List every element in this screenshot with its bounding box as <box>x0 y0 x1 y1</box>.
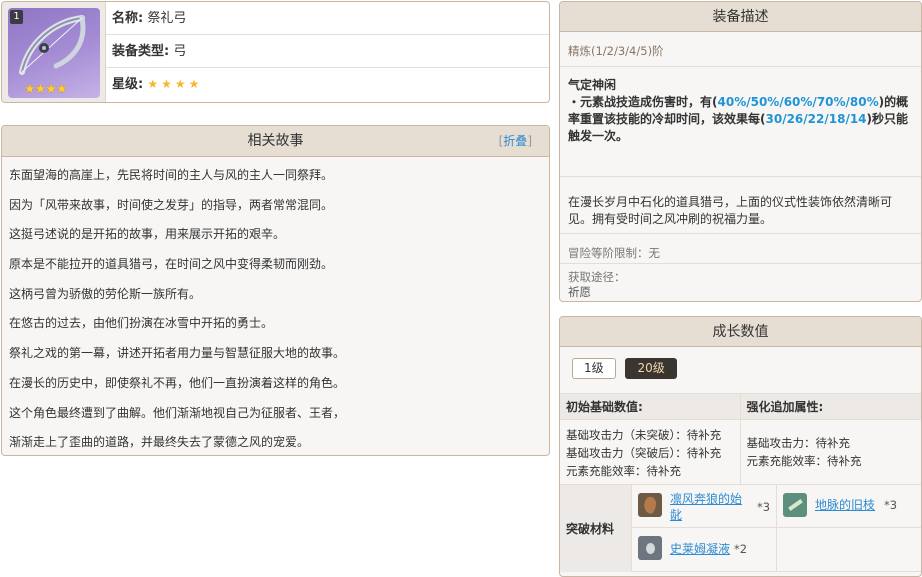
bonus-stat-line: 元素充能效率：待补充 <box>746 454 862 468</box>
obtain-value: 祈愿 <box>568 285 591 299</box>
bonus-stats-title: 强化追加属性: <box>740 394 921 420</box>
materials-label: 突破材料 <box>560 485 632 572</box>
stats-columns: 初始基础数值: 基础攻击力（未突破）：待补充 基础攻击力（突破后）：待补充 元素… <box>560 394 921 485</box>
story-line: 在悠古的过去，由他们扮演在冰雪中开拓的勇士。 <box>9 316 274 331</box>
bonus-stat-line: 基础攻击力：待补充 <box>746 436 851 450</box>
story-line: 祭礼之戏的第一幕，讲述开拓者用力量与智慧征服大地的故事。 <box>9 346 346 361</box>
weapon-rarity-stars: ★★★★ <box>147 77 203 91</box>
level-button-20[interactable]: 20级 <box>625 358 677 379</box>
fold-link[interactable]: 折叠 <box>503 134 527 148</box>
description-header: 装备描述 <box>560 2 921 32</box>
flavor-text: 在漫长岁月中石化的道具猎弓，上面的仪式性装饰依然清晰可见。拥有受时间之风冲刷的祝… <box>560 177 921 234</box>
weapon-name-label: 名称: <box>112 11 144 26</box>
obtain-method: 获取途径： 祈愿 <box>560 264 921 300</box>
fold-toggle[interactable]: [折叠] <box>499 126 532 157</box>
passive-title: 气定神闲 <box>568 78 617 92</box>
base-stats-list: 基础攻击力（未突破）：待补充 基础攻击力（突破后）：待补充 元素充能效率：待补充 <box>560 420 740 480</box>
weapon-name-row: 名称: 祭礼弓 <box>106 2 549 35</box>
bonus-stats-column: 强化追加属性: 基础攻击力：待补充 元素充能效率：待补充 <box>740 394 922 484</box>
passive-text-part: ・元素战技造成伤害时，有( <box>568 95 718 109</box>
passive-cooldown-values: 30/26/22/18/14 <box>765 112 867 126</box>
story-line: 在漫长的历史中，即使祭礼不再，他们一直扮演着这样的角色。 <box>9 375 346 390</box>
slime-condensate-icon[interactable] <box>638 536 662 560</box>
weapon-name-value: 祭礼弓 <box>147 11 187 26</box>
story-line: 东面望海的高崖上，先民将时间的主人与风的主人一同祭拜。 <box>9 168 334 182</box>
material-item: 地脉的旧枝 *3 <box>777 485 921 528</box>
story-line: 这柄弓曾为骄傲的劳伦斯一族所有。 <box>9 286 202 301</box>
weapon-level-badge: 1 <box>10 10 23 24</box>
weapon-type-value: 弓 <box>173 44 187 59</box>
ascension-materials: 突破材料 凛风奔狼的始龀 *3 地脉的旧枝 *3 史莱姆凝液 *2 <box>560 485 921 572</box>
ley-line-branch-icon[interactable] <box>783 493 807 517</box>
weapon-type-row: 装备类型: 弓 <box>106 35 549 68</box>
story-header: 相关故事 [折叠] <box>2 126 549 157</box>
fold-bracket-close: ] <box>527 134 532 148</box>
obtain-label: 获取途径： <box>568 270 626 284</box>
story-text: 东面望海的高崖上，先民将时间的主人与风的主人一同祭拜。 因为「风带来故事，时间使… <box>2 157 549 455</box>
adventure-rank-limit: 冒险等阶限制：无 <box>560 234 921 264</box>
story-line: 因为「风带来故事，时间使之发芽」的指导，两者常常混同。 <box>9 197 334 212</box>
passive-chance-values: 40%/50%/60%/70%/80% <box>717 95 879 109</box>
material-link[interactable]: 史莱姆凝液 <box>670 541 730 557</box>
passive-text: ・元素战技造成伤害时，有(40%/50%/60%/70%/80%)的概率重置该技… <box>568 94 913 145</box>
story-line: 这挺弓述说的是开拓的故事，用来展示开拓的艰辛。 <box>9 227 286 242</box>
level-selector: 1级 20级 <box>560 347 921 394</box>
weapon-type-label: 装备类型: <box>112 44 170 59</box>
base-stat-line: 元素充能效率：待补充 <box>566 464 681 478</box>
growth-header: 成长数值 <box>560 317 921 347</box>
base-stat-line: 基础攻击力（突破后）：待补充 <box>566 446 722 460</box>
material-item: 凛风奔狼的始龀 *3 <box>632 485 777 528</box>
thumbnail-rarity-stars: ★★★★ <box>24 82 68 97</box>
growth-stats-panel: 成长数值 1级 20级 初始基础数值: 基础攻击力（未突破）：待补充 基础攻击力… <box>559 316 922 577</box>
material-link[interactable]: 凛风奔狼的始龀 <box>670 491 748 523</box>
base-stat-line: 基础攻击力（未突破）：待补充 <box>566 428 722 442</box>
weapon-rarity-label: 星级: <box>112 77 144 92</box>
material-item: 史莱姆凝液 *2 <box>632 528 777 572</box>
story-line: 渐渐走上了歪曲的道路，并最终失去了蒙德之风的宠爱。 <box>9 435 310 450</box>
base-stats-title: 初始基础数值: <box>560 394 740 420</box>
level-button-1[interactable]: 1级 <box>572 358 616 379</box>
equipment-description-panel: 装备描述 精炼(1/2/3/4/5)阶 气定神闲 ・元素战技造成伤害时，有(40… <box>559 1 922 302</box>
material-link[interactable]: 地脉的旧枝 <box>815 497 875 513</box>
story-title: 相关故事 <box>247 133 304 149</box>
base-stats-column: 初始基础数值: 基础攻击力（未突破）：待补充 基础攻击力（突破后）：待补充 元素… <box>560 394 741 484</box>
material-count: *3 <box>757 500 771 514</box>
weapon-thumbnail-column: 1 ★★★★ <box>2 2 106 102</box>
material-count: *2 <box>734 542 748 556</box>
story-line: 原本是不能拉开的道具猎弓，在时间之风中变得柔韧而刚劲。 <box>9 257 334 272</box>
materials-grid: 凛风奔狼的始龀 *3 地脉的旧枝 *3 史莱姆凝液 *2 <box>632 485 921 572</box>
weapon-thumbnail: 1 ★★★★ <box>8 8 100 98</box>
refinement-label: 精炼(1/2/3/4/5)阶 <box>560 32 921 67</box>
material-empty-cell <box>777 528 921 572</box>
bonus-stats-list: 基础攻击力：待补充 元素充能效率：待补充 <box>741 420 922 470</box>
weapon-rarity-row: 星级: ★★★★ <box>106 68 549 101</box>
material-count: *3 <box>884 498 898 512</box>
story-panel: 相关故事 [折叠] 东面望海的高崖上，先民将时间的主人与风的主人一同祭拜。 因为… <box>1 125 550 456</box>
weapon-info-panel: 1 ★★★★ 名称: 祭礼弓 装备类型: 弓 星级: ★★★★ <box>1 1 550 103</box>
passive-effect: 气定神闲 ・元素战技造成伤害时，有(40%/50%/60%/70%/80%)的概… <box>560 67 921 177</box>
wolf-tooth-icon[interactable] <box>638 493 662 517</box>
story-line: 这个角色最终遭到了曲解。他们渐渐地视自己为征服者、王者， <box>9 405 346 420</box>
